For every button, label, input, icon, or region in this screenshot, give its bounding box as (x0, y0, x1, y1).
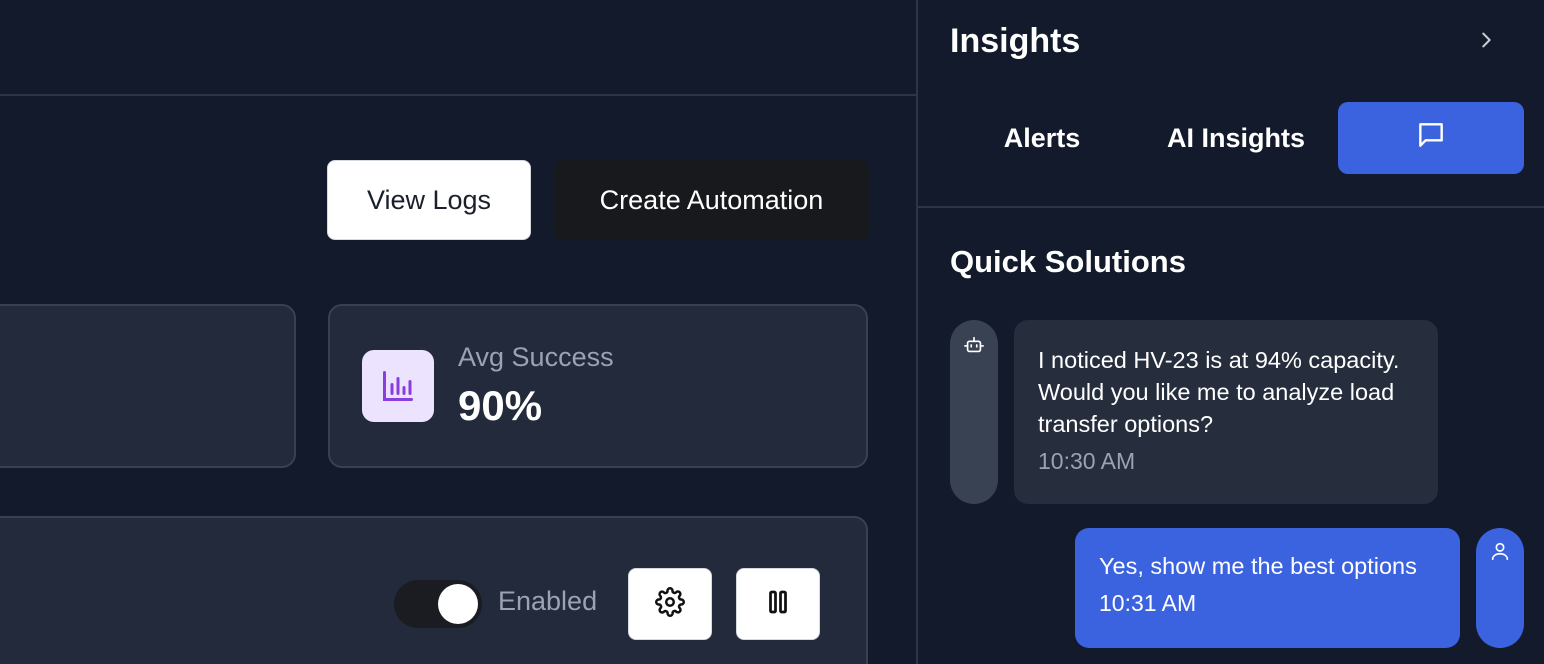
avg-success-card: Avg Success 90% (328, 304, 868, 468)
bot-avatar (950, 320, 998, 504)
bot-icon (963, 334, 985, 504)
collapse-panel-button[interactable] (1470, 26, 1502, 58)
view-logs-button[interactable]: View Logs (327, 160, 531, 240)
pause-icon (763, 587, 793, 622)
user-message-time: 10:31 AM (1099, 590, 1197, 616)
chevron-right-icon (1475, 29, 1497, 56)
quick-solutions-title: Quick Solutions (950, 244, 1186, 279)
tab-ai-insights[interactable]: AI Insights (1158, 102, 1314, 174)
bot-message-time: 10:30 AM (1038, 448, 1136, 474)
user-message-text: Yes, show me the best options (1099, 553, 1417, 579)
bar-chart-icon (362, 350, 434, 422)
create-automation-button[interactable]: Create Automation (554, 160, 869, 240)
pause-button[interactable] (736, 568, 820, 640)
tab-chat[interactable] (1338, 102, 1524, 174)
header-divider (0, 94, 916, 96)
avg-success-value: 90% (458, 382, 543, 429)
bot-message-text: I noticed HV-23 is at 94% capacity. Woul… (1038, 347, 1400, 437)
bot-message: I noticed HV-23 is at 94% capacity. Woul… (1014, 320, 1438, 504)
toggle-label: Enabled (498, 586, 598, 616)
user-message: Yes, show me the best options 10:31 AM (1075, 528, 1460, 648)
stat-card (0, 304, 296, 468)
gear-icon (655, 586, 685, 622)
panel-title: Insights (950, 22, 1081, 60)
enabled-toggle[interactable] (394, 580, 482, 628)
tabs-divider (918, 206, 1544, 208)
user-icon (1489, 540, 1511, 648)
automation-card: Enabled (0, 516, 868, 664)
user-avatar (1476, 528, 1524, 648)
tab-alerts[interactable]: Alerts (976, 102, 1108, 174)
toggle-knob (438, 584, 478, 624)
insights-panel: Insights Alerts AI Insights Quick Soluti… (918, 0, 1544, 664)
chat-icon (1415, 119, 1447, 158)
settings-button[interactable] (628, 568, 712, 640)
main-area: View Logs Create Automation Avg Success … (0, 0, 916, 664)
avg-success-label: Avg Success (458, 342, 614, 372)
